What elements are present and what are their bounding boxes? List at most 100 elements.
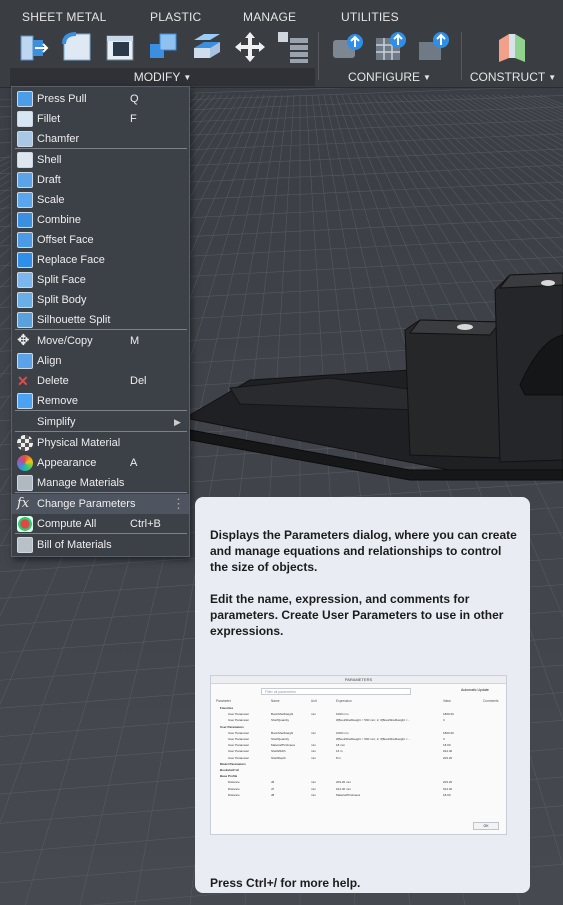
modify-dropdown-menu: Press Pull Q Fillet F Chamfer Shell Draft Scale…: [11, 86, 190, 557]
menu-item-simplify[interactable]: Simplify ▶: [12, 412, 189, 432]
menu-item-replace-face[interactable]: Replace Face: [12, 250, 189, 270]
menu-item-remove[interactable]: Remove: [12, 391, 189, 411]
remove-icon: [17, 393, 33, 409]
dialog-cell: mm: [311, 755, 316, 760]
silhouette-split-icon: [17, 312, 33, 328]
construct-plane-icon[interactable]: [495, 30, 529, 64]
dialog-cell: Distance: [228, 792, 240, 797]
replace-face-icon: [17, 252, 33, 268]
menu-item-label: Offset Face: [37, 234, 94, 246]
dialog-cell: 203.20: [443, 755, 453, 760]
menu-item-compute-all[interactable]: Compute All Ctrl+B: [12, 514, 189, 534]
press-pull-icon[interactable]: [17, 30, 51, 64]
chevron-down-icon: ▼: [548, 72, 557, 82]
configure-label: CONFIGURE: [348, 70, 421, 84]
menu-item-chamfer[interactable]: Chamfer: [12, 129, 189, 149]
dialog-cell: User Parameter: [228, 749, 250, 754]
configure-table-icon[interactable]: [374, 30, 408, 64]
dialog-cell: 1000 mm: [336, 712, 349, 717]
combine-icon[interactable]: [146, 30, 180, 64]
dialog-cell: User Parameter: [228, 755, 250, 760]
change-parameters-icon[interactable]: [276, 30, 310, 64]
dialog-cell: Distance: [228, 786, 240, 791]
dialog-cell: Distance: [228, 780, 240, 785]
dialog-search-input[interactable]: Filter all parameters: [261, 688, 411, 695]
construct-group[interactable]: CONSTRUCT ▼: [465, 68, 561, 86]
menu-item-move-copy[interactable]: ✥ Move/Copy M: [12, 331, 189, 351]
menu-item-shortcut: M: [130, 335, 140, 347]
modify-group[interactable]: MODIFY ▼: [10, 68, 315, 86]
menu-item-label: Delete: [37, 375, 69, 387]
configure-theme-icon[interactable]: [417, 30, 451, 64]
dialog-cell: if(BookShelfHeight < 500 mm; 2; if(BookS…: [336, 718, 411, 723]
menu-item-bill-of-materials[interactable]: Bill of Materials: [12, 535, 189, 555]
draft-icon: [17, 172, 33, 188]
dialog-cell: 18.00: [443, 743, 451, 748]
fillet-icon[interactable]: [60, 30, 94, 64]
dialog-cell: User Parameter: [228, 718, 250, 723]
tab-plastic[interactable]: PLASTIC: [150, 10, 201, 24]
split-face-icon: [17, 272, 33, 288]
menu-item-fillet[interactable]: Fillet F: [12, 109, 189, 129]
menu-item-delete[interactable]: ✕ Delete Del: [12, 371, 189, 391]
tab-manage[interactable]: MANAGE: [243, 10, 296, 24]
tab-sheet-metal[interactable]: SHEET METAL: [22, 10, 106, 24]
offset-face-icon[interactable]: [190, 30, 224, 64]
menu-item-align[interactable]: Align: [12, 351, 189, 371]
menu-item-label: Compute All: [37, 518, 97, 530]
menu-item-label: Simplify: [37, 416, 76, 428]
dialog-cell: 914.40: [443, 749, 453, 754]
menu-item-manage-materials[interactable]: Manage Materials: [12, 473, 189, 493]
dialog-cell: ShelfWidth: [271, 749, 286, 754]
menu-item-label: Press Pull: [37, 93, 87, 105]
menu-item-split-face[interactable]: Split Face: [12, 270, 189, 290]
dialog-cell: User Parameter: [228, 743, 250, 748]
dialog-cell: 203.20 mm: [336, 780, 352, 785]
column-header: Unit: [311, 699, 317, 703]
menu-item-label: Bill of Materials: [37, 539, 112, 551]
menu-item-silhouette-split[interactable]: Silhouette Split: [12, 310, 189, 330]
fx-icon: fx: [17, 496, 30, 511]
dialog-cell: User Parameters: [220, 724, 244, 729]
menu-item-offset-face[interactable]: Offset Face: [12, 230, 189, 250]
manage-materials-icon: [17, 475, 33, 491]
dialog-cell: 1000 mm: [336, 730, 349, 735]
shell-icon: [17, 152, 33, 168]
menu-item-split-body[interactable]: Split Body: [12, 290, 189, 310]
menu-item-scale[interactable]: Scale: [12, 190, 189, 210]
configure-group[interactable]: CONFIGURE ▼: [322, 68, 457, 86]
dialog-cell: 914.40 mm: [336, 786, 352, 791]
dialog-title: PARAMETERS: [344, 677, 373, 682]
shell-icon[interactable]: [103, 30, 137, 64]
chevron-down-icon: ▼: [423, 72, 431, 82]
split-body-icon: [17, 292, 33, 308]
fillet-icon: [17, 111, 33, 127]
dialog-cell: Model Parameters: [220, 761, 246, 766]
menu-item-physical-material[interactable]: Physical Material: [12, 433, 189, 453]
menu-item-label: Physical Material: [37, 437, 121, 449]
dialog-ok-button[interactable]: OK: [473, 822, 499, 830]
menu-item-label: Change Parameters: [37, 498, 136, 510]
press-pull-icon: [17, 91, 33, 107]
menu-item-label: Draft: [37, 174, 61, 186]
more-options-icon[interactable]: ⋮: [172, 494, 185, 514]
tab-utilities[interactable]: UTILITIES: [341, 10, 399, 24]
menu-item-label: Shell: [37, 154, 62, 166]
tooltip-details: Edit the name, expression, and comments …: [210, 592, 504, 638]
dialog-cell: Bookshelf v9: [220, 768, 239, 772]
dialog-cell: 16 in: [336, 749, 343, 754]
menu-item-label: Scale: [37, 194, 65, 206]
configure-rule-icon[interactable]: [331, 30, 365, 64]
parameters-dialog-preview: PARAMETERS Filter all parameters Automatic…: [210, 675, 507, 835]
menu-item-change-parameters[interactable]: fx Change Parameters ⋮: [12, 494, 189, 514]
menu-item-shell[interactable]: Shell: [12, 150, 189, 170]
dialog-cell: mm: [311, 743, 316, 748]
menu-item-press-pull[interactable]: Press Pull Q: [12, 89, 189, 109]
column-header: Parameter: [216, 699, 231, 703]
menu-item-combine[interactable]: Combine: [12, 210, 189, 230]
menu-item-draft[interactable]: Draft: [12, 170, 189, 190]
move-icon[interactable]: [233, 30, 267, 64]
menu-item-label: Manage Materials: [37, 477, 125, 489]
menu-item-appearance[interactable]: Appearance A: [12, 453, 189, 473]
offset-face-icon: [17, 232, 33, 248]
